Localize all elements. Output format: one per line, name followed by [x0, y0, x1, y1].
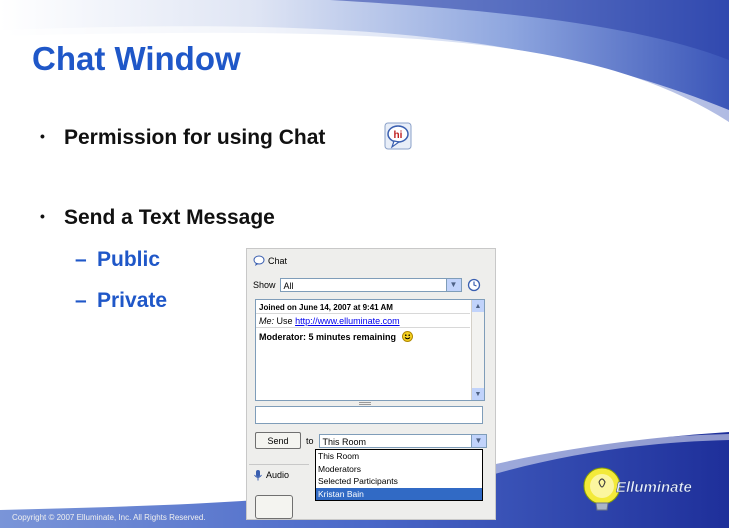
send-button[interactable]: Send — [255, 432, 301, 449]
microphone-icon — [254, 470, 262, 481]
show-row: Show All ▼ — [253, 278, 462, 292]
chat-header: Chat — [253, 255, 287, 267]
elluminate-logo: Elluminate — [583, 467, 692, 511]
chat-title: Chat — [268, 256, 288, 266]
bullet-dot: • — [40, 208, 45, 224]
recipient-value: This Room — [322, 436, 367, 447]
copyright-footer: Copyright © 2007 Elluminate, Inc. All Ri… — [12, 513, 206, 522]
sub-bullet-public: – Public — [75, 248, 160, 272]
show-value: All — [283, 281, 294, 291]
bullet-dot: • — [40, 128, 45, 144]
bullet-text: Permission for using Chat — [64, 126, 326, 149]
recipient-option[interactable]: Moderators — [316, 463, 482, 476]
chat-panel: Chat Show All ▼ Joined on June 14, 2007 … — [246, 248, 496, 520]
talk-button[interactable] — [255, 495, 293, 519]
message-text: Moderator: 5 minutes remaining — [259, 332, 397, 342]
message-scrollbar[interactable]: ▲ ▼ — [471, 300, 484, 400]
smiley-icon — [401, 331, 413, 342]
bullet-permission: • Permission for using Chat — [40, 126, 325, 150]
recipient-option[interactable]: Selected Participants — [316, 475, 482, 488]
recipient-option-selected[interactable]: Kristan Bain — [316, 487, 482, 500]
bullet-send: • Send a Text Message — [40, 206, 275, 230]
chevron-down-icon[interactable]: ▼ — [445, 279, 461, 291]
clock-icon[interactable] — [467, 278, 481, 292]
section-divider — [249, 464, 309, 465]
sub-bullet-text: Public — [97, 248, 161, 271]
message-sender: Me: — [259, 316, 275, 326]
show-label: Show — [253, 280, 276, 290]
chat-permission-icon: hi — [384, 122, 412, 150]
audio-title: Audio — [266, 470, 290, 480]
message-divider — [256, 327, 470, 328]
audio-header: Audio — [253, 469, 289, 481]
logo-text: Elluminate — [616, 479, 692, 496]
sub-bullet-text: Private — [97, 289, 168, 312]
to-label: to — [306, 435, 314, 446]
message-joined: Joined on June 14, 2007 at 9:41 AM — [259, 303, 393, 312]
chat-icon — [253, 255, 265, 266]
recipient-dropdown-list[interactable]: This Room Moderators Selected Participan… — [315, 449, 483, 501]
hi-icon-text: hi — [394, 130, 403, 141]
message-divider — [256, 313, 470, 314]
scroll-up-icon[interactable]: ▲ — [472, 300, 484, 312]
sub-bullet-private: – Private — [75, 289, 167, 313]
message-text: Use — [276, 316, 293, 326]
chat-message-input[interactable] — [255, 406, 483, 424]
message-link[interactable]: http://www.elluminate.com — [295, 316, 400, 326]
chat-message-list[interactable]: Joined on June 14, 2007 at 9:41 AM Me: U… — [255, 299, 485, 401]
send-row: Send to This Room ▼ — [255, 432, 487, 449]
chevron-down-icon[interactable]: ▼ — [470, 434, 486, 447]
slide-title: Chat Window — [32, 40, 241, 77]
recipient-select[interactable]: This Room ▼ — [318, 433, 487, 448]
recipient-option[interactable]: This Room — [316, 450, 482, 463]
message-me: Me: Use http://www.elluminate.com — [259, 316, 400, 326]
resize-handle[interactable] — [359, 402, 371, 405]
show-filter-select[interactable]: All ▼ — [279, 278, 462, 292]
message-moderator: Moderator: 5 minutes remaining — [259, 331, 413, 342]
sub-bullet-dash: – — [75, 289, 87, 312]
bullet-text: Send a Text Message — [64, 206, 275, 229]
sub-bullet-dash: – — [75, 248, 87, 271]
scroll-down-icon[interactable]: ▼ — [472, 388, 484, 400]
